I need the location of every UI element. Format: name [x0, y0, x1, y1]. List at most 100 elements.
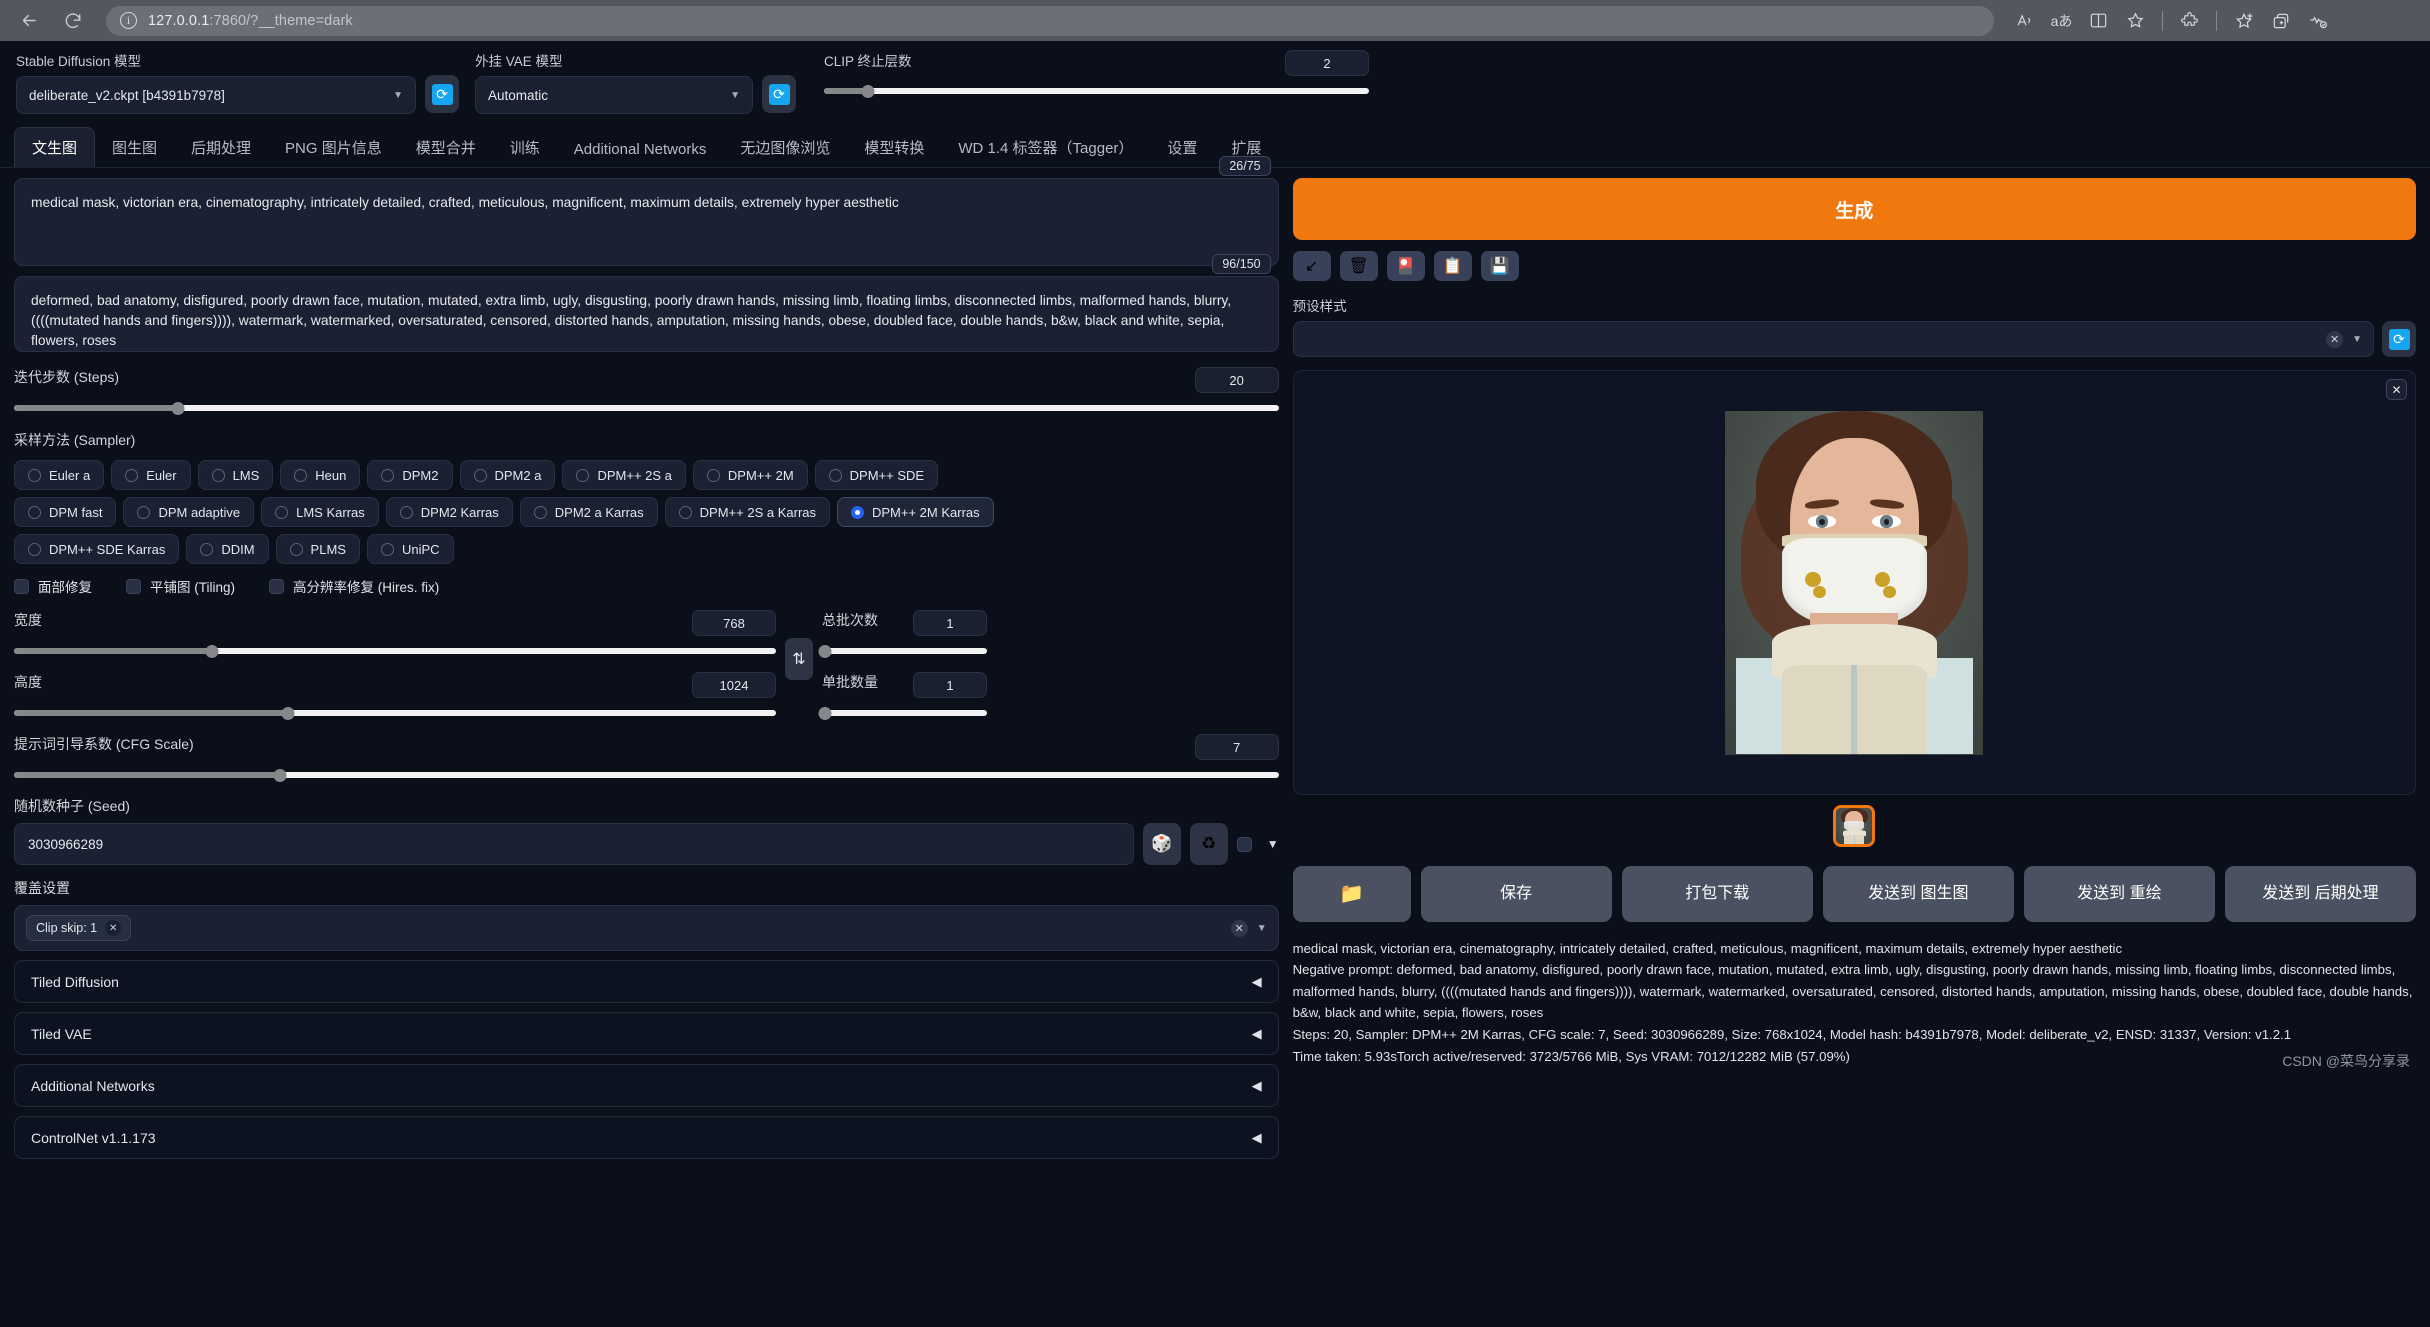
generated-image[interactable] [1725, 410, 1984, 755]
send-to-img2img-button[interactable]: 发送到 图生图 [1822, 866, 2014, 922]
accordion-tiled-vae[interactable]: Tiled VAE ◀ [14, 1012, 1279, 1055]
slider-knob[interactable] [818, 645, 832, 658]
clip-skip-slider[interactable] [824, 85, 1369, 98]
sampler-option-dpmpp-2s-a-karras[interactable]: DPM++ 2S a Karras [664, 497, 830, 527]
send-to-inpaint-button[interactable]: 发送到 重绘 [2023, 866, 2215, 922]
tab-additional-networks[interactable]: Additional Networks [557, 132, 724, 167]
vae-model-select[interactable]: Automatic ▼ [475, 76, 753, 114]
sampler-option-lms-karras[interactable]: LMS Karras [261, 497, 379, 527]
slider-knob[interactable] [861, 85, 875, 98]
send-to-extras-button[interactable]: 发送到 后期处理 [2224, 866, 2416, 922]
save-button[interactable]: 保存 [1420, 866, 1612, 922]
steps-slider[interactable] [14, 402, 1279, 415]
batch-count-value[interactable]: 1 [913, 610, 987, 636]
width-value[interactable]: 768 [692, 610, 776, 636]
translate-icon[interactable]: aあ [2045, 6, 2078, 36]
height-value[interactable]: 1024 [692, 672, 776, 698]
arrow-down-left-icon-button[interactable]: ↙ [1292, 251, 1331, 281]
add-to-favorites-icon[interactable] [2227, 6, 2260, 36]
back-arrow-icon[interactable] [12, 6, 46, 36]
clear-x-icon[interactable]: ✕ [2326, 330, 2344, 348]
clipboard-icon-button[interactable]: 📋 [1433, 251, 1472, 281]
clear-x-icon[interactable]: ✕ [1230, 919, 1248, 937]
batch-size-slider[interactable] [818, 707, 987, 720]
sampler-option-dpm-fast[interactable]: DPM fast [14, 497, 117, 527]
generate-button[interactable]: 生成 [1292, 178, 2416, 240]
save-style-icon-button[interactable]: 💾 [1480, 251, 1519, 281]
browser-essentials-icon[interactable] [2301, 6, 2334, 36]
tab-extras[interactable]: 后期处理 [174, 128, 268, 167]
sampler-option-euler[interactable]: Euler [111, 460, 191, 490]
sampler-option-unipc[interactable]: UniPC [366, 534, 454, 564]
height-slider[interactable] [14, 707, 776, 720]
site-info-icon[interactable]: i [120, 12, 137, 29]
tab-infinite-image-browsing[interactable]: 无边图像浏览 [723, 128, 847, 167]
clip-skip-value[interactable]: 2 [1285, 50, 1369, 76]
sampler-option-lms[interactable]: LMS [197, 460, 274, 490]
positive-prompt-input[interactable]: medical mask, victorian era, cinematogra… [14, 178, 1279, 266]
reload-icon[interactable] [56, 6, 90, 36]
accordion-additional-networks[interactable]: Additional Networks ◀ [14, 1064, 1279, 1107]
sampler-option-heun[interactable]: Heun [280, 460, 361, 490]
sampler-option-dpm2-a-karras[interactable]: DPM2 a Karras [519, 497, 658, 527]
cfg-slider[interactable] [14, 769, 1279, 782]
override-token-clip-skip[interactable]: Clip skip: 1 ✕ [26, 915, 132, 941]
refresh-vae-button[interactable]: ⟳ [762, 75, 796, 113]
trash-icon-button[interactable]: 🗑 [1339, 251, 1378, 281]
tab-png-info[interactable]: PNG 图片信息 [268, 128, 399, 167]
tab-txt2img[interactable]: 文生图 [14, 127, 96, 168]
steps-value[interactable]: 20 [1194, 367, 1279, 393]
sampler-option-dpm2-a[interactable]: DPM2 a [459, 460, 556, 490]
cfg-value[interactable]: 7 [1194, 734, 1279, 760]
split-screen-icon[interactable] [2082, 6, 2115, 36]
sampler-option-dpmpp-2m-karras[interactable]: DPM++ 2M Karras [837, 497, 994, 527]
sampler-option-dpmpp-2s-a[interactable]: DPM++ 2S a [562, 460, 686, 490]
sampler-option-dpmpp-sde-karras[interactable]: DPM++ SDE Karras [14, 534, 180, 564]
reuse-seed-button[interactable]: ♻ [1189, 823, 1228, 865]
random-seed-button[interactable]: 🎲 [1142, 823, 1181, 865]
slider-knob[interactable] [281, 707, 295, 720]
sampler-option-dpm2-karras[interactable]: DPM2 Karras [385, 497, 513, 527]
palette-icon-button[interactable]: 🎴 [1386, 251, 1425, 281]
width-slider[interactable] [14, 645, 776, 658]
tab-model-converter[interactable]: 模型转换 [847, 128, 941, 167]
collections-icon[interactable] [2264, 6, 2297, 36]
batch-count-slider[interactable] [818, 645, 987, 658]
styles-select[interactable]: ✕ ▼ [1292, 321, 2374, 357]
slider-knob[interactable] [205, 645, 219, 658]
sampler-option-euler-a[interactable]: Euler a [14, 460, 105, 490]
slider-knob[interactable] [171, 402, 185, 415]
chevron-down-icon[interactable]: ▼ [1267, 837, 1279, 851]
checkbox-hires-fix[interactable]: 高分辨率修复 (Hires. fix) [269, 576, 439, 596]
swap-dimensions-button[interactable]: ⇅ [785, 638, 813, 680]
address-bar[interactable]: i 127.0.0.1:7860/?__theme=dark [106, 5, 1994, 36]
sampler-option-dpm-adaptive[interactable]: DPM adaptive [123, 497, 255, 527]
sampler-option-dpmpp-sde[interactable]: DPM++ SDE [814, 460, 939, 490]
sampler-option-dpmpp-2m[interactable]: DPM++ 2M [692, 460, 808, 490]
close-icon[interactable]: ✕ [2386, 379, 2407, 400]
sd-model-select[interactable]: deliberate_v2.ckpt [b4391b7978] ▼ [16, 76, 416, 114]
batch-size-value[interactable]: 1 [913, 672, 987, 698]
negative-prompt-input[interactable]: deformed, bad anatomy, disfigured, poorl… [14, 276, 1279, 352]
chevron-down-icon[interactable]: ▼ [2352, 334, 2362, 345]
checkbox-restore-faces[interactable]: 面部修复 [14, 576, 92, 596]
zip-download-button[interactable]: 打包下载 [1621, 866, 1813, 922]
tab-img2img[interactable]: 图生图 [95, 128, 174, 167]
sampler-option-ddim[interactable]: DDIM [186, 534, 269, 564]
slider-knob[interactable] [273, 769, 287, 782]
refresh-models-button[interactable]: ⟳ [425, 75, 459, 113]
extra-seed-checkbox[interactable] [1236, 836, 1252, 852]
read-aloud-icon[interactable] [2008, 6, 2041, 36]
chevron-down-icon[interactable]: ▼ [1257, 923, 1267, 934]
tab-checkpoint-merger[interactable]: 模型合并 [399, 128, 493, 167]
slider-knob[interactable] [818, 707, 832, 720]
favorite-star-icon[interactable] [2119, 6, 2152, 36]
open-folder-button[interactable]: 📁 [1292, 866, 1411, 922]
refresh-styles-button[interactable]: ⟳ [2382, 321, 2416, 357]
remove-token-icon[interactable]: ✕ [105, 920, 122, 936]
sampler-option-dpm2[interactable]: DPM2 [367, 460, 453, 490]
tab-train[interactable]: 训练 [493, 128, 557, 167]
accordion-controlnet[interactable]: ControlNet v1.1.173 ◀ [14, 1116, 1279, 1159]
tab-settings[interactable]: 设置 [1150, 128, 1214, 167]
checkbox-tiling[interactable]: 平铺图 (Tiling) [126, 576, 235, 596]
